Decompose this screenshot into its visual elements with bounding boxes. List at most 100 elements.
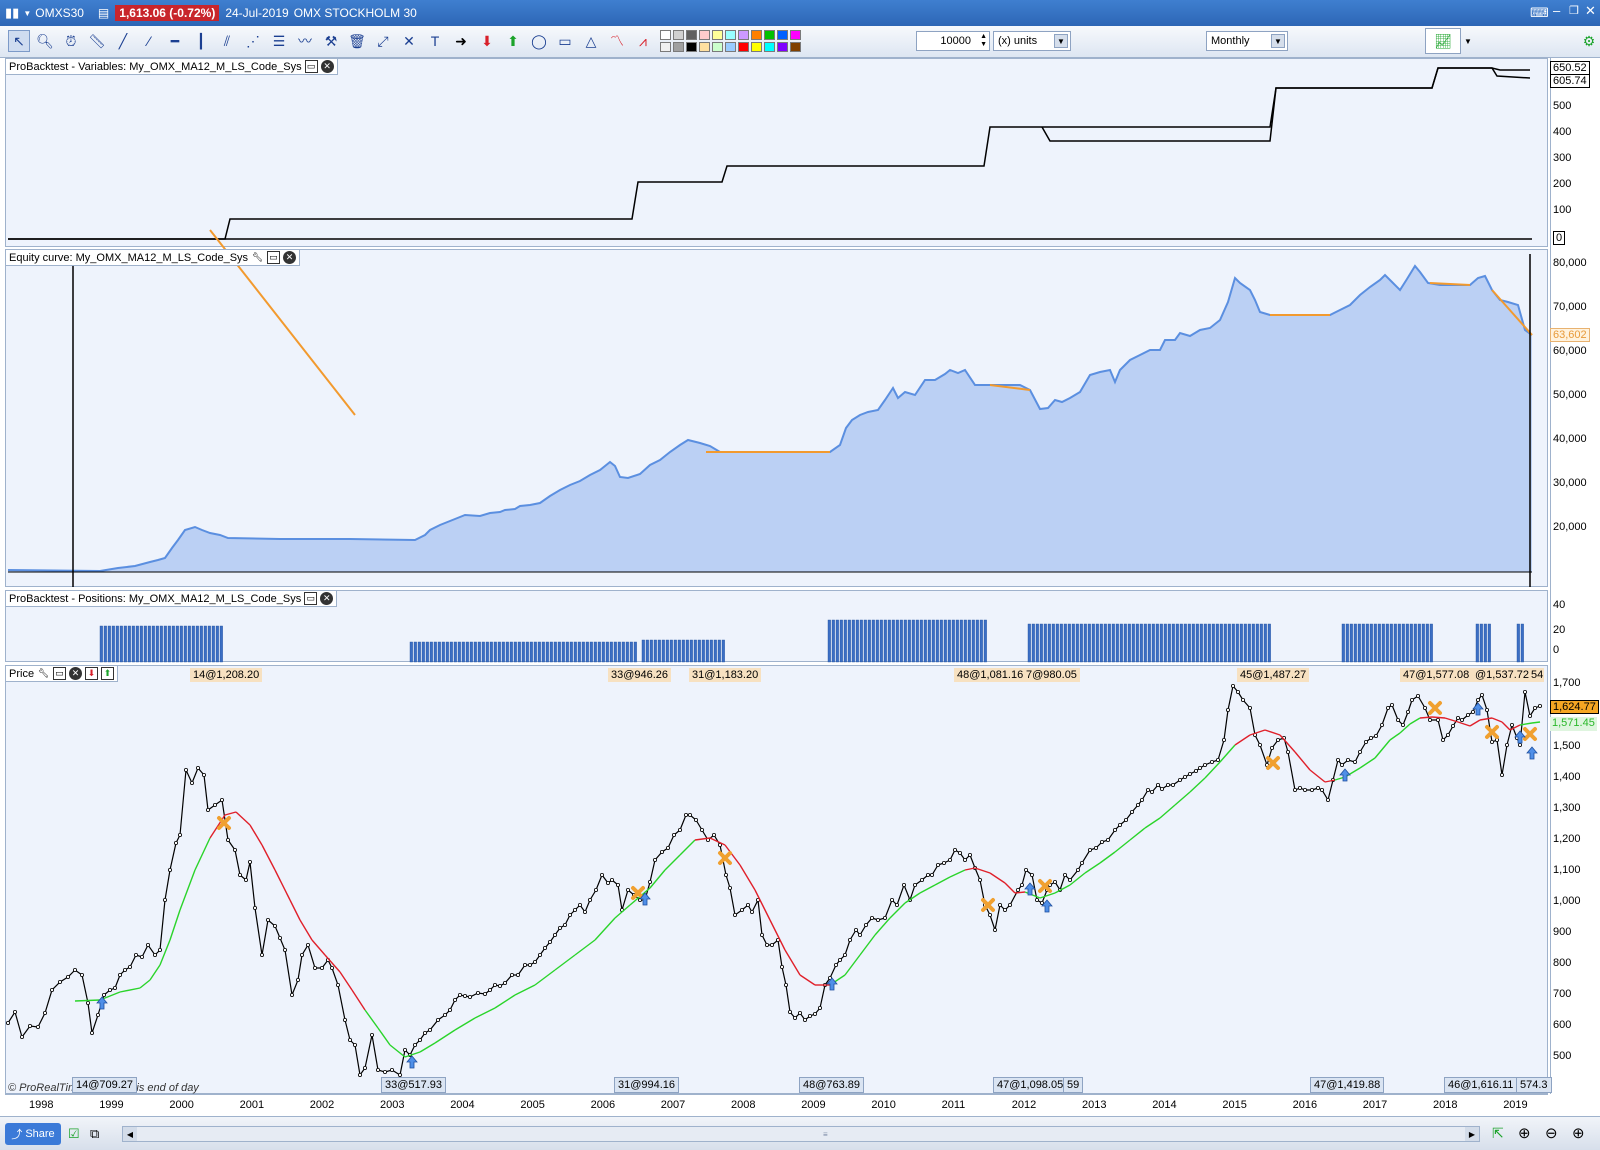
price-point [1203, 763, 1208, 768]
horizontal-scrollbar[interactable]: ◀ ≡ ▶ [122, 1126, 1480, 1142]
price-point [369, 1033, 374, 1038]
trade-annotation[interactable]: @1,537.72 [1472, 668, 1532, 682]
position-bar [135, 625, 139, 663]
maximize-icon[interactable]: ▭ [304, 60, 318, 73]
position-bar [425, 641, 429, 663]
x-axis[interactable]: 1998 1999 2000 2001 2002 2003 2004 2005 2006 2007… [5, 1094, 1548, 1116]
position-bar [1099, 623, 1103, 663]
position-bar [1487, 623, 1491, 663]
trade-annotation[interactable]: 31@994.16 [614, 1077, 680, 1093]
price-point [247, 860, 252, 865]
scroll-right-icon[interactable]: ▶ [1465, 1127, 1479, 1141]
trade-annotation[interactable]: 47@1,098.05 [993, 1077, 1068, 1093]
price-point [653, 858, 658, 863]
trade-annotation[interactable]: 59 [1063, 1077, 1084, 1093]
trade-annotation[interactable]: 31@1,183.20 [689, 668, 762, 682]
moving-average-segment [1479, 717, 1493, 721]
price-point [462, 994, 467, 999]
trade-annotation[interactable]: 33@946.26 [608, 668, 672, 682]
position-bar [1239, 623, 1243, 663]
x-tick: 2003 [380, 1099, 405, 1111]
y-tick: 200 [1553, 178, 1572, 190]
position-bar [545, 641, 549, 663]
close-icon[interactable]: ✕ [320, 592, 334, 605]
trade-annotation[interactable]: 7@980.05 [1023, 668, 1080, 682]
moving-average-segment [299, 919, 313, 941]
position-bar [441, 641, 445, 663]
scroll-grip[interactable]: ≡ [823, 1130, 828, 1139]
maximize-icon[interactable]: ▭ [304, 592, 318, 605]
price-point [573, 908, 578, 913]
fit-icon[interactable]: ⇱ [1492, 1125, 1504, 1142]
position-bar [1127, 623, 1131, 663]
moving-average-segment [1294, 751, 1311, 771]
price-point [672, 833, 677, 838]
position-bar [919, 619, 923, 663]
position-bar [493, 641, 497, 663]
close-icon[interactable]: ✕ [283, 251, 297, 264]
price-point [80, 973, 85, 978]
checkbox-icon[interactable]: ☑ [68, 1126, 80, 1142]
zoom-out-icon[interactable]: ⊖ [1545, 1124, 1558, 1142]
trade-annotation[interactable]: 14@709.27 [72, 1077, 138, 1093]
share-button[interactable]: ⤴ Share [5, 1123, 61, 1145]
chart-canvas[interactable] [0, 0, 1600, 1150]
price-point [167, 868, 172, 873]
maximize-icon[interactable]: ▭ [53, 667, 67, 680]
close-icon[interactable]: ✕ [320, 60, 334, 73]
zoom-fit-icon[interactable]: ⊕ [1518, 1124, 1531, 1142]
price-point [232, 848, 237, 853]
price-point [578, 903, 583, 908]
positions-panel-title: ProBacktest - Positions: My_OMX_MA12_M_L… [5, 590, 338, 607]
price-point [502, 981, 507, 986]
moving-average-segment [389, 1044, 406, 1058]
position-bar [521, 641, 525, 663]
close-icon[interactable]: ✕ [69, 667, 83, 680]
position-bar [717, 639, 721, 663]
price-point [1198, 766, 1203, 771]
wrench-icon[interactable]: 🔧︎ [37, 667, 51, 680]
x-tick: 2010 [871, 1099, 896, 1111]
price-title-text: Price [9, 667, 35, 680]
position-bar [537, 641, 541, 663]
position-bar [485, 641, 489, 663]
position-bar [867, 619, 871, 663]
trade-annotation[interactable]: 54 [1530, 668, 1545, 682]
moving-average-segment [169, 909, 181, 941]
trade-annotation[interactable]: 48@1,081.16 [954, 668, 1027, 682]
trade-annotation[interactable]: 574.3 [1516, 1077, 1552, 1093]
price-point [858, 933, 863, 938]
trade-annotation[interactable]: 47@1,419.88 [1310, 1077, 1385, 1093]
moving-average-segment [351, 989, 366, 1011]
price-point [834, 963, 839, 968]
scroll-left-icon[interactable]: ◀ [123, 1127, 137, 1141]
trade-annotation[interactable]: 33@517.93 [381, 1077, 447, 1093]
trade-annotation[interactable]: 48@763.89 [799, 1077, 865, 1093]
price-point [793, 1016, 798, 1021]
layers-icon[interactable]: ⧉ [90, 1126, 99, 1142]
position-bar [1067, 623, 1071, 663]
moving-average-segment [1359, 757, 1376, 769]
price-point [123, 968, 128, 973]
trade-annotation[interactable]: 45@1,487.27 [1237, 668, 1310, 682]
price-point [854, 928, 859, 933]
price-point [1226, 708, 1231, 713]
zoom-in-icon[interactable]: ⊕ [1572, 1124, 1585, 1142]
position-bar [1031, 623, 1035, 663]
position-bar [1047, 623, 1051, 663]
sell-cross-marker [1523, 727, 1537, 741]
trade-annotation[interactable]: 14@1,208.20 [190, 668, 263, 682]
price-point [678, 828, 683, 833]
maximize-icon[interactable]: ▭ [267, 251, 281, 264]
moving-average-segment [859, 934, 876, 956]
position-bar [199, 625, 203, 663]
trade-annotation[interactable]: 46@1,616.11 [1444, 1077, 1518, 1093]
trade-annotation[interactable]: 47@1,577.08 [1400, 668, 1473, 682]
position-bar [473, 641, 477, 663]
wrench-icon[interactable]: 🔧︎ [251, 251, 265, 264]
sell-order-icon[interactable]: ⬇ [85, 667, 99, 680]
moving-average-segment [1099, 851, 1116, 864]
buy-order-icon[interactable]: ⬆ [101, 667, 115, 680]
position-bar [211, 625, 215, 663]
position-bar [541, 641, 545, 663]
